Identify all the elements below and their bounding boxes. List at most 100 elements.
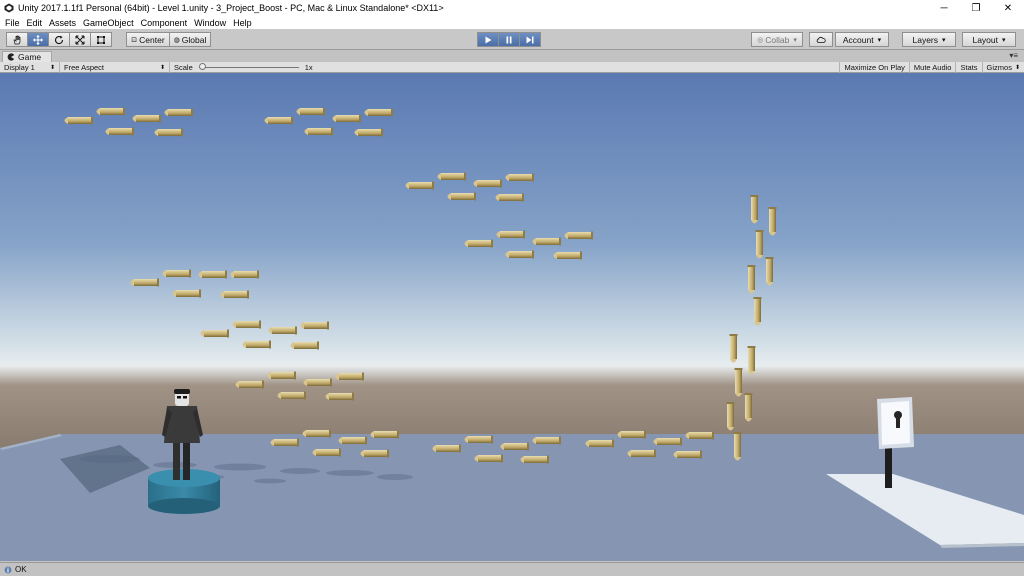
minimize-button[interactable]: ─ xyxy=(928,0,960,16)
cloud-button[interactable] xyxy=(809,32,833,47)
bullet xyxy=(230,270,259,279)
menu-assets[interactable]: Assets xyxy=(48,18,80,28)
display-label: Display 1 xyxy=(4,62,35,72)
bullet xyxy=(105,127,134,136)
bullet xyxy=(296,107,325,116)
step-icon xyxy=(526,36,534,43)
scale-slider-handle[interactable] xyxy=(198,63,206,70)
bullet xyxy=(270,438,299,447)
bullet xyxy=(312,448,341,457)
bullet xyxy=(304,127,333,136)
panel-tab-row: Game ▾≡ xyxy=(0,50,1024,62)
scale-icon xyxy=(75,35,85,44)
space-global-toggle[interactable]: ◍ Global xyxy=(169,32,211,47)
bullet xyxy=(653,437,682,446)
layout-controls: Layout xyxy=(962,32,1016,47)
menu-edit[interactable]: Edit xyxy=(26,18,47,28)
maximize-button[interactable]: ❐ xyxy=(960,0,992,16)
bullet xyxy=(290,341,319,350)
bullet xyxy=(300,321,329,330)
bullet xyxy=(303,378,332,387)
rect-icon xyxy=(97,35,105,44)
bullet xyxy=(685,431,714,440)
play-icon xyxy=(485,36,492,43)
bullet xyxy=(627,449,656,458)
globe-icon: ◍ xyxy=(173,36,180,44)
bullet xyxy=(532,436,561,445)
account-dropdown[interactable]: Account xyxy=(835,32,889,47)
bullet xyxy=(242,340,271,349)
bullet xyxy=(338,436,367,445)
collab-label: Collab xyxy=(765,34,790,45)
bullet xyxy=(354,128,383,137)
bullet xyxy=(532,237,561,246)
bullet xyxy=(130,278,159,287)
bullet xyxy=(744,393,753,422)
stats-toggle[interactable]: Stats xyxy=(955,62,981,73)
bullet xyxy=(405,181,434,190)
pivot-controls: ⊡ Center ◍ Global xyxy=(126,32,211,47)
aspect-label: Free Aspect xyxy=(64,62,105,72)
step-button[interactable] xyxy=(519,32,541,47)
tab-menu-icon[interactable]: ▾≡ xyxy=(1009,51,1018,60)
account-label: Account xyxy=(842,34,874,45)
scale-tool-button[interactable] xyxy=(69,32,91,47)
bullet xyxy=(464,239,493,248)
bullet xyxy=(747,346,756,375)
display-dropdown[interactable]: Display 1 ⬍ xyxy=(0,61,60,73)
bullet xyxy=(729,334,738,363)
bullet xyxy=(198,270,227,279)
move-icon xyxy=(33,34,43,45)
status-text: OK xyxy=(15,565,27,574)
menu-file[interactable]: File xyxy=(4,18,24,28)
gizmos-label: Gizmos xyxy=(986,63,1012,72)
bullet xyxy=(96,107,125,116)
bullet xyxy=(733,432,742,461)
maximize-on-play-toggle[interactable]: Maximize On Play xyxy=(839,62,908,73)
scale-slider[interactable] xyxy=(198,63,299,71)
close-button[interactable]: ✕ xyxy=(992,0,1024,16)
bullet xyxy=(755,230,764,259)
menu-window[interactable]: Window xyxy=(193,18,230,28)
menu-gameobject[interactable]: GameObject xyxy=(82,18,138,28)
layout-dropdown[interactable]: Layout xyxy=(962,32,1016,47)
gizmos-dropdown[interactable]: Gizmos ⬍ xyxy=(981,62,1024,73)
scale-label: Scale xyxy=(174,62,193,72)
bullet xyxy=(585,439,614,448)
game-view-toolbar: Display 1 ⬍ Free Aspect ⬍ Scale 1x Maxim… xyxy=(0,61,1024,73)
bullet xyxy=(753,297,762,326)
mute-audio-toggle[interactable]: Mute Audio xyxy=(908,62,956,73)
bullet xyxy=(370,430,399,439)
rotate-tool-button[interactable] xyxy=(48,32,70,47)
bullet xyxy=(500,442,529,451)
game-pacman-icon xyxy=(7,53,15,61)
layers-dropdown[interactable]: Layers xyxy=(902,32,956,47)
bullet xyxy=(302,429,331,438)
unity-logo-icon xyxy=(4,3,14,13)
bullet xyxy=(264,116,293,125)
aspect-dropdown[interactable]: Free Aspect ⬍ xyxy=(60,61,170,73)
hand-tool-button[interactable] xyxy=(6,32,28,47)
tab-game[interactable]: Game xyxy=(2,51,52,62)
pause-button[interactable] xyxy=(498,32,520,47)
bullet xyxy=(474,454,503,463)
menu-component[interactable]: Component xyxy=(140,18,192,28)
collab-controls: ◎ Collab xyxy=(751,32,833,47)
play-button[interactable] xyxy=(477,32,499,47)
info-icon xyxy=(4,566,12,573)
scale-slider-track xyxy=(198,66,299,68)
bullet xyxy=(235,380,264,389)
cloud-icon xyxy=(816,36,826,43)
account-controls: Account xyxy=(835,32,889,47)
move-tool-button[interactable] xyxy=(27,32,49,47)
main-toolbar: ⊡ Center ◍ Global ◎ Collab Account xyxy=(0,29,1024,50)
bullet xyxy=(750,195,759,224)
window-title: Unity 2017.1.1f1 Personal (64bit) - Leve… xyxy=(18,3,444,13)
menu-help[interactable]: Help xyxy=(232,18,256,28)
collab-button[interactable]: ◎ Collab xyxy=(751,32,803,47)
game-viewport[interactable] xyxy=(0,73,1024,561)
bullet xyxy=(437,172,466,181)
bullet xyxy=(64,116,93,125)
pivot-center-toggle[interactable]: ⊡ Center xyxy=(126,32,170,47)
rect-tool-button[interactable] xyxy=(90,32,112,47)
